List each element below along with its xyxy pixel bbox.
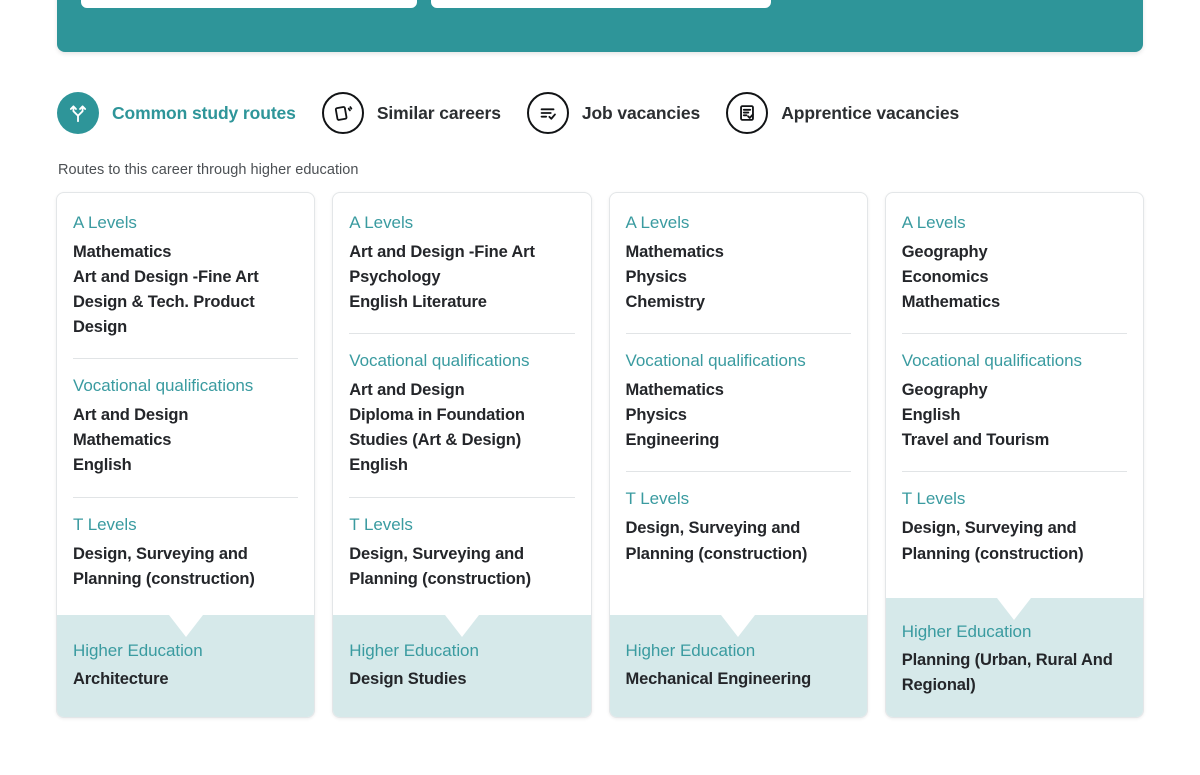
- tab-common-study-routes[interactable]: Common study routes: [57, 92, 296, 134]
- qualification-item: Art and Design: [349, 381, 465, 400]
- qualification-item: Design, Surveying and Planning (construc…: [901, 519, 1084, 563]
- qualification-block-t-levels: T Levels Design, Surveying and Planning …: [349, 496, 575, 592]
- qualification-block-a-levels: A Levels Mathematics Physics Chemistry: [626, 213, 851, 315]
- qualification-item: Geography: [901, 381, 988, 400]
- study-route-card-list: A Levels Mathematics Art and Design -Fin…: [56, 192, 1144, 718]
- qualification-title: A Levels: [901, 213, 966, 232]
- qualification-item: Design & Tech. Product Design: [73, 293, 255, 337]
- qualification-item: Chemistry: [625, 293, 706, 312]
- page-root: Common study routes Similar careers Job …: [0, 0, 1200, 775]
- higher-education-title: Higher Education: [349, 641, 479, 660]
- card-body: A Levels Geography Economics Mathematics…: [886, 193, 1143, 598]
- arrow-notch-icon: [721, 615, 756, 637]
- higher-education-section: Higher Education Planning (Urban, Rural …: [885, 598, 1143, 717]
- qualification-block-t-levels: T Levels Design, Surveying and Planning …: [901, 471, 1127, 566]
- study-route-card[interactable]: A Levels Mathematics Physics Chemistry V…: [608, 192, 868, 718]
- card-body: A Levels Art and Design -Fine Art Psycho…: [333, 193, 590, 615]
- qualification-item: Art and Design: [73, 406, 189, 425]
- banner-field-group: [81, 0, 771, 8]
- document-check-icon: [726, 92, 769, 134]
- qualification-item: Design, Surveying and Planning (construc…: [73, 544, 255, 588]
- qualification-title: Vocational qualifications: [625, 351, 806, 371]
- section-subtitle: Routes to this career through higher edu…: [58, 162, 359, 178]
- qualification-title: T Levels: [625, 489, 690, 509]
- higher-education-title: Higher Education: [625, 641, 756, 660]
- higher-education-value: Mechanical Engineering: [625, 670, 812, 688]
- qualification-item: Art and Design -Fine Art: [349, 243, 535, 261]
- qualification-title: A Levels: [73, 213, 137, 232]
- higher-education-title: Higher Education: [73, 641, 203, 660]
- qualification-title: Vocational qualifications: [901, 351, 1082, 371]
- higher-education-value: Architecture: [73, 670, 169, 688]
- qualification-title: T Levels: [73, 514, 137, 534]
- study-route-card[interactable]: A Levels Geography Economics Mathematics…: [884, 192, 1144, 718]
- higher-education-section: Higher Education Design Studies: [333, 615, 591, 717]
- tab-label-job-vacancies: Job vacancies: [581, 102, 701, 123]
- study-route-card[interactable]: A Levels Art and Design -Fine Art Psycho…: [332, 192, 592, 718]
- higher-education-section: Higher Education Architecture: [57, 615, 315, 717]
- card-body: A Levels Mathematics Art and Design -Fin…: [57, 193, 314, 615]
- tab-label-apprentice-vacancies: Apprentice vacancies: [781, 102, 960, 123]
- qualification-block-vocational: Vocational qualifications Art and Design…: [349, 333, 575, 478]
- qualification-item: Travel and Tourism: [901, 431, 1050, 450]
- qualification-title: T Levels: [349, 514, 413, 534]
- higher-education-value: Planning (Urban, Rural And Regional): [901, 651, 1113, 694]
- qualification-item: Mathematics: [625, 381, 724, 400]
- higher-education-title: Higher Education: [901, 622, 1032, 642]
- arrow-notch-icon: [444, 615, 479, 637]
- qualification-block-vocational: Vocational qualifications Mathematics Ph…: [625, 333, 851, 453]
- tab-job-vacancies[interactable]: Job vacancies: [526, 92, 701, 134]
- qualification-block-t-levels: T Levels Design, Surveying and Planning …: [73, 496, 299, 592]
- qualification-block-a-levels: A Levels Mathematics Art and Design -Fin…: [73, 213, 298, 340]
- qualification-item: Art and Design -Fine Art: [73, 268, 259, 287]
- qualification-item: Psychology: [349, 268, 441, 287]
- qualification-item: Mathematics: [901, 293, 1001, 312]
- banner-input-2[interactable]: [431, 0, 771, 8]
- qualification-item: English: [73, 456, 132, 475]
- study-routes-fork-icon: [57, 92, 99, 134]
- qualification-item: Mathematics: [73, 243, 172, 261]
- arrow-notch-icon: [997, 598, 1032, 621]
- qualification-item: English: [349, 456, 408, 475]
- cards-swipe-icon: [321, 92, 364, 134]
- qualification-block-vocational: Vocational qualifications Art and Design…: [73, 358, 299, 478]
- qualification-item: Physics: [625, 406, 687, 425]
- qualification-title: A Levels: [349, 213, 414, 232]
- qualification-item: Geography: [901, 243, 988, 261]
- card-body: A Levels Mathematics Physics Chemistry V…: [610, 193, 867, 615]
- qualification-block-a-levels: A Levels Geography Economics Mathematics: [902, 213, 1127, 315]
- tab-label-common-study-routes: Common study routes: [112, 102, 296, 123]
- arrow-notch-icon: [168, 615, 203, 637]
- qualification-item: Design, Surveying and Planning (construc…: [625, 519, 808, 563]
- qualification-block-vocational: Vocational qualifications Geography Engl…: [901, 333, 1127, 453]
- tab-similar-careers[interactable]: Similar careers: [321, 92, 501, 134]
- tab-apprentice-vacancies[interactable]: Apprentice vacancies: [726, 92, 959, 134]
- qualification-title: A Levels: [625, 213, 690, 232]
- career-tab-bar: Common study routes Similar careers Job …: [57, 92, 959, 134]
- qualification-block-t-levels: T Levels Design, Surveying and Planning …: [625, 471, 851, 566]
- qualification-item: Mathematics: [73, 431, 172, 450]
- banner-input-1[interactable]: [81, 0, 417, 8]
- list-check-icon: [526, 92, 569, 134]
- qualification-item: Economics: [901, 268, 989, 287]
- qualification-item: Diploma in Foundation Studies (Art & Des…: [349, 406, 525, 450]
- qualification-item: English: [901, 406, 961, 425]
- higher-education-value: Design Studies: [349, 670, 467, 688]
- qualification-block-a-levels: A Levels Art and Design -Fine Art Psycho…: [349, 213, 574, 315]
- search-banner: [57, 0, 1143, 52]
- qualification-title: T Levels: [901, 489, 966, 509]
- qualification-item: Mathematics: [625, 243, 724, 261]
- study-route-card[interactable]: A Levels Mathematics Art and Design -Fin…: [56, 192, 316, 718]
- tab-label-similar-careers: Similar careers: [376, 102, 501, 123]
- qualification-title: Vocational qualifications: [73, 376, 254, 396]
- qualification-item: Physics: [625, 268, 687, 287]
- qualification-title: Vocational qualifications: [349, 351, 530, 371]
- higher-education-section: Higher Education Mechanical Engineering: [609, 615, 867, 717]
- qualification-item: Engineering: [625, 431, 720, 450]
- qualification-item: English Literature: [349, 293, 487, 312]
- qualification-item: Design, Surveying and Planning (construc…: [349, 544, 531, 588]
